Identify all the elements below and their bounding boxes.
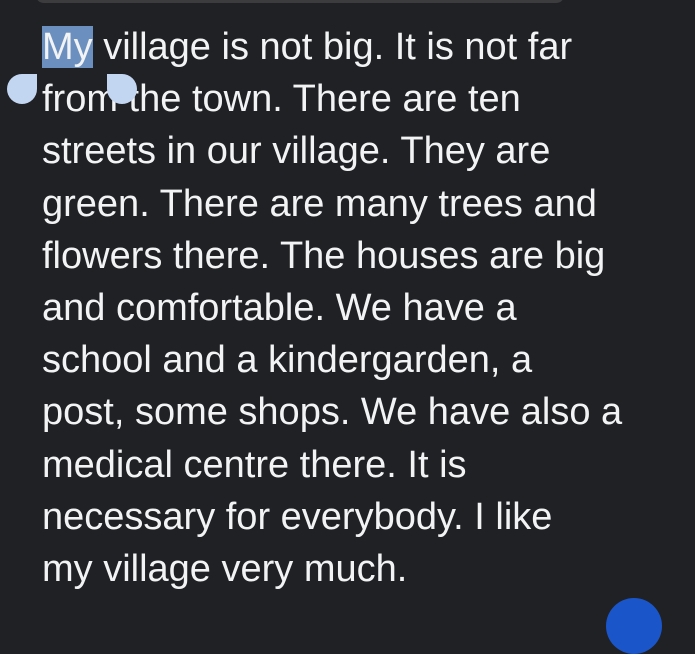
text-line[interactable]: necessary for everybody. I like [42, 491, 682, 543]
text-line-rest: village is not big. It is not far [92, 26, 573, 68]
floating-action-button[interactable] [606, 598, 662, 654]
text-line[interactable]: post, some shops. We have also a [42, 386, 682, 438]
text-line[interactable]: streets in our village. They are [42, 125, 682, 177]
text-line[interactable]: and comfortable. We have a [42, 282, 682, 334]
text-line[interactable]: medical centre there. It is [42, 439, 682, 491]
text-line[interactable]: My village is not big. It is not far [42, 21, 682, 73]
selection-end-handle[interactable] [107, 74, 137, 104]
top-bar [36, 0, 564, 3]
text-line[interactable]: from the town. There are ten [42, 73, 682, 125]
text-line[interactable]: my village very much. [42, 543, 682, 595]
text-line[interactable]: school and a kindergarden, a [42, 334, 682, 386]
text-line[interactable]: green. There are many trees and [42, 178, 682, 230]
selected-text[interactable]: My [42, 26, 93, 68]
text-line[interactable]: flowers there. The houses are big [42, 230, 682, 282]
selectable-text-block[interactable]: My village is not big. It is not far fro… [42, 21, 682, 595]
selection-start-handle[interactable] [7, 74, 37, 104]
